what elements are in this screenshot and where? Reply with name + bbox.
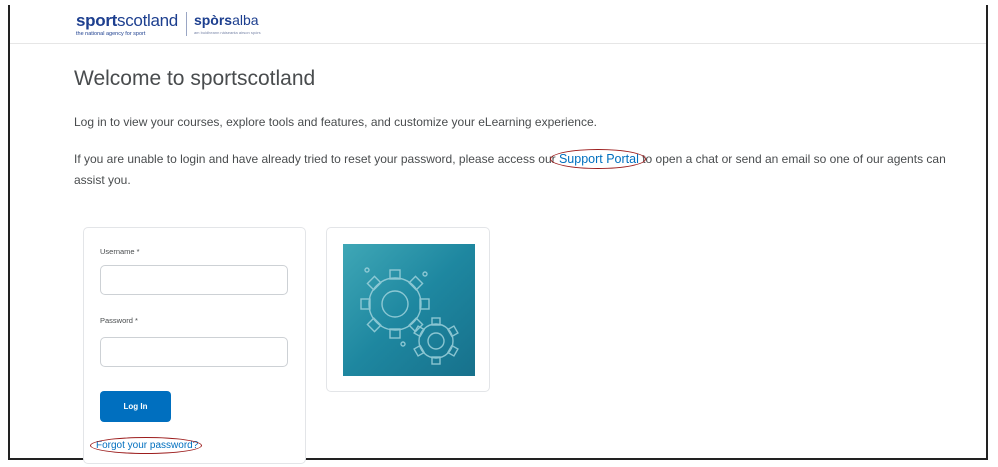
login-button[interactable]: Log In [100,391,171,422]
large-gear [360,269,430,339]
logo-divider [185,12,187,36]
page-title: Welcome to sportscotland [74,67,316,90]
logo-sporsalba: spòrsalba am buidheann nàiseanta airson … [194,12,261,35]
logo-wordmark: sportscotland [76,12,178,29]
promo-image-card [326,227,490,392]
support-portal-link[interactable]: Support Portal [559,152,639,166]
sportscotland-logo[interactable]: sportscotland the national agency for sp… [76,12,261,37]
help-text-before: If you are unable to login and have alre… [74,152,559,166]
login-form-card: Username * Password * Log In Forgot your… [83,227,306,464]
logo-sport-bold: sport [76,11,118,30]
logo-alba-light: alba [232,12,259,28]
help-text: If you are unable to login and have alre… [74,149,954,191]
intro-text: Log in to view your courses, explore too… [74,115,597,129]
gears-tile [343,244,475,376]
username-label: Username * [100,247,140,256]
forgot-password-link[interactable]: Forgot your password? [89,437,203,454]
small-gear [413,317,459,365]
logo-tagline: the national agency for sport [76,31,146,37]
page-frame: sportscotland the national agency for sp… [8,5,988,464]
logo-alba-wordmark: spòrsalba [194,12,261,28]
logo-alba-bold: spòrs [193,12,233,28]
gears-icon [360,267,459,365]
password-label: Password * [100,316,138,325]
password-input[interactable] [100,337,288,367]
top-navbar: sportscotland the national agency for sp… [10,5,986,44]
logo-sport-light: scotland [117,11,178,30]
username-input[interactable] [100,265,288,295]
logo-sportscotland: sportscotland the national agency for sp… [76,12,178,37]
logo-alba-tagline: am buidheann nàiseanta airson spòrs [193,30,261,35]
